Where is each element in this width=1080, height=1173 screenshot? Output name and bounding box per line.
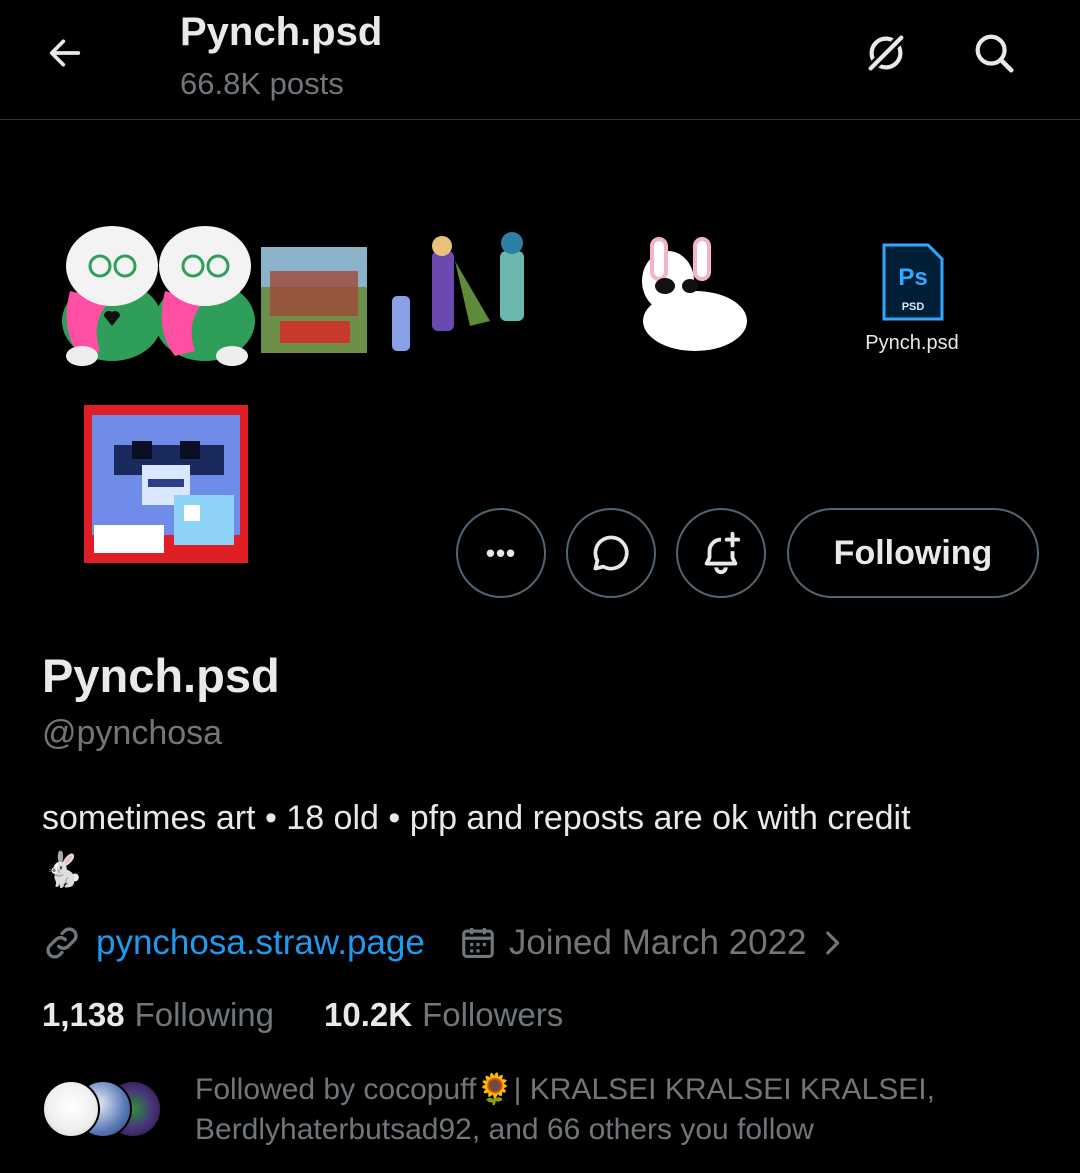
file-caption: Pynch.psd xyxy=(865,332,958,354)
chevron-right-icon[interactable] xyxy=(815,926,849,960)
followers-stat[interactable]: 10.2K Followers xyxy=(324,996,563,1034)
profile-avatar[interactable] xyxy=(84,405,248,563)
mutual-followers-avatars[interactable] xyxy=(42,1080,172,1140)
more-icon: ••• xyxy=(485,537,517,568)
follow-stats: 1,138 Following 10.2K Followers xyxy=(42,996,563,1034)
profile-banner[interactable]: Ps PSD Pynch.psd xyxy=(0,121,1080,421)
followed-by-text[interactable]: Followed by cocopuff🌻| KRALSEI KRALSEI K… xyxy=(195,1070,1055,1150)
psd-file-icon: Ps PSD Pynch.psd xyxy=(865,243,959,354)
message-button[interactable] xyxy=(566,508,656,598)
svg-text:PSD: PSD xyxy=(902,301,925,313)
notifications-button[interactable] xyxy=(676,508,766,598)
bio-text: sometimes art • 18 old • pfp and reposts… xyxy=(42,799,911,837)
arrow-left-icon xyxy=(49,39,81,67)
plush-toys-image xyxy=(62,226,255,366)
grok-button[interactable] xyxy=(859,26,913,80)
calendar-icon xyxy=(461,927,494,959)
following-count: 1,138 xyxy=(42,996,125,1033)
more-options-button[interactable]: ••• xyxy=(456,508,546,598)
rabbit-emoji: 🐇 xyxy=(42,851,85,889)
album-cover-image xyxy=(261,247,367,353)
following-label: Following xyxy=(134,996,274,1033)
website-link[interactable]: pynchosa.straw.page xyxy=(96,923,425,963)
avatar xyxy=(42,1080,100,1138)
profile-meta: pynchosa.straw.page Joined March 2022 xyxy=(42,918,849,968)
join-date: Joined March 2022 xyxy=(508,923,807,962)
bunny-cat-image xyxy=(642,237,747,351)
top-bar: Pynch.psd 66.8K posts xyxy=(0,0,1080,120)
anime-characters-image xyxy=(392,232,524,351)
back-button[interactable] xyxy=(40,28,90,78)
header-title: Pynch.psd xyxy=(180,10,383,54)
search-icon xyxy=(975,34,1014,73)
post-count: 66.8K posts xyxy=(180,66,344,101)
message-icon xyxy=(593,535,629,571)
svg-text:Ps: Ps xyxy=(898,264,927,291)
user-handle: @pynchosa xyxy=(42,714,223,752)
bell-plus-icon xyxy=(704,531,741,575)
following-stat[interactable]: 1,138 Following xyxy=(42,996,274,1034)
search-button[interactable] xyxy=(967,26,1021,80)
link-icon xyxy=(46,927,78,959)
profile-bio: sometimes art • 18 old • pfp and reposts… xyxy=(42,792,1042,896)
grok-icon xyxy=(865,32,907,74)
avatar-image xyxy=(84,405,248,563)
followers-label: Followers xyxy=(422,996,564,1033)
display-name: Pynch.psd xyxy=(42,649,280,702)
followers-count: 10.2K xyxy=(324,996,413,1033)
following-button[interactable]: Following xyxy=(787,508,1039,598)
